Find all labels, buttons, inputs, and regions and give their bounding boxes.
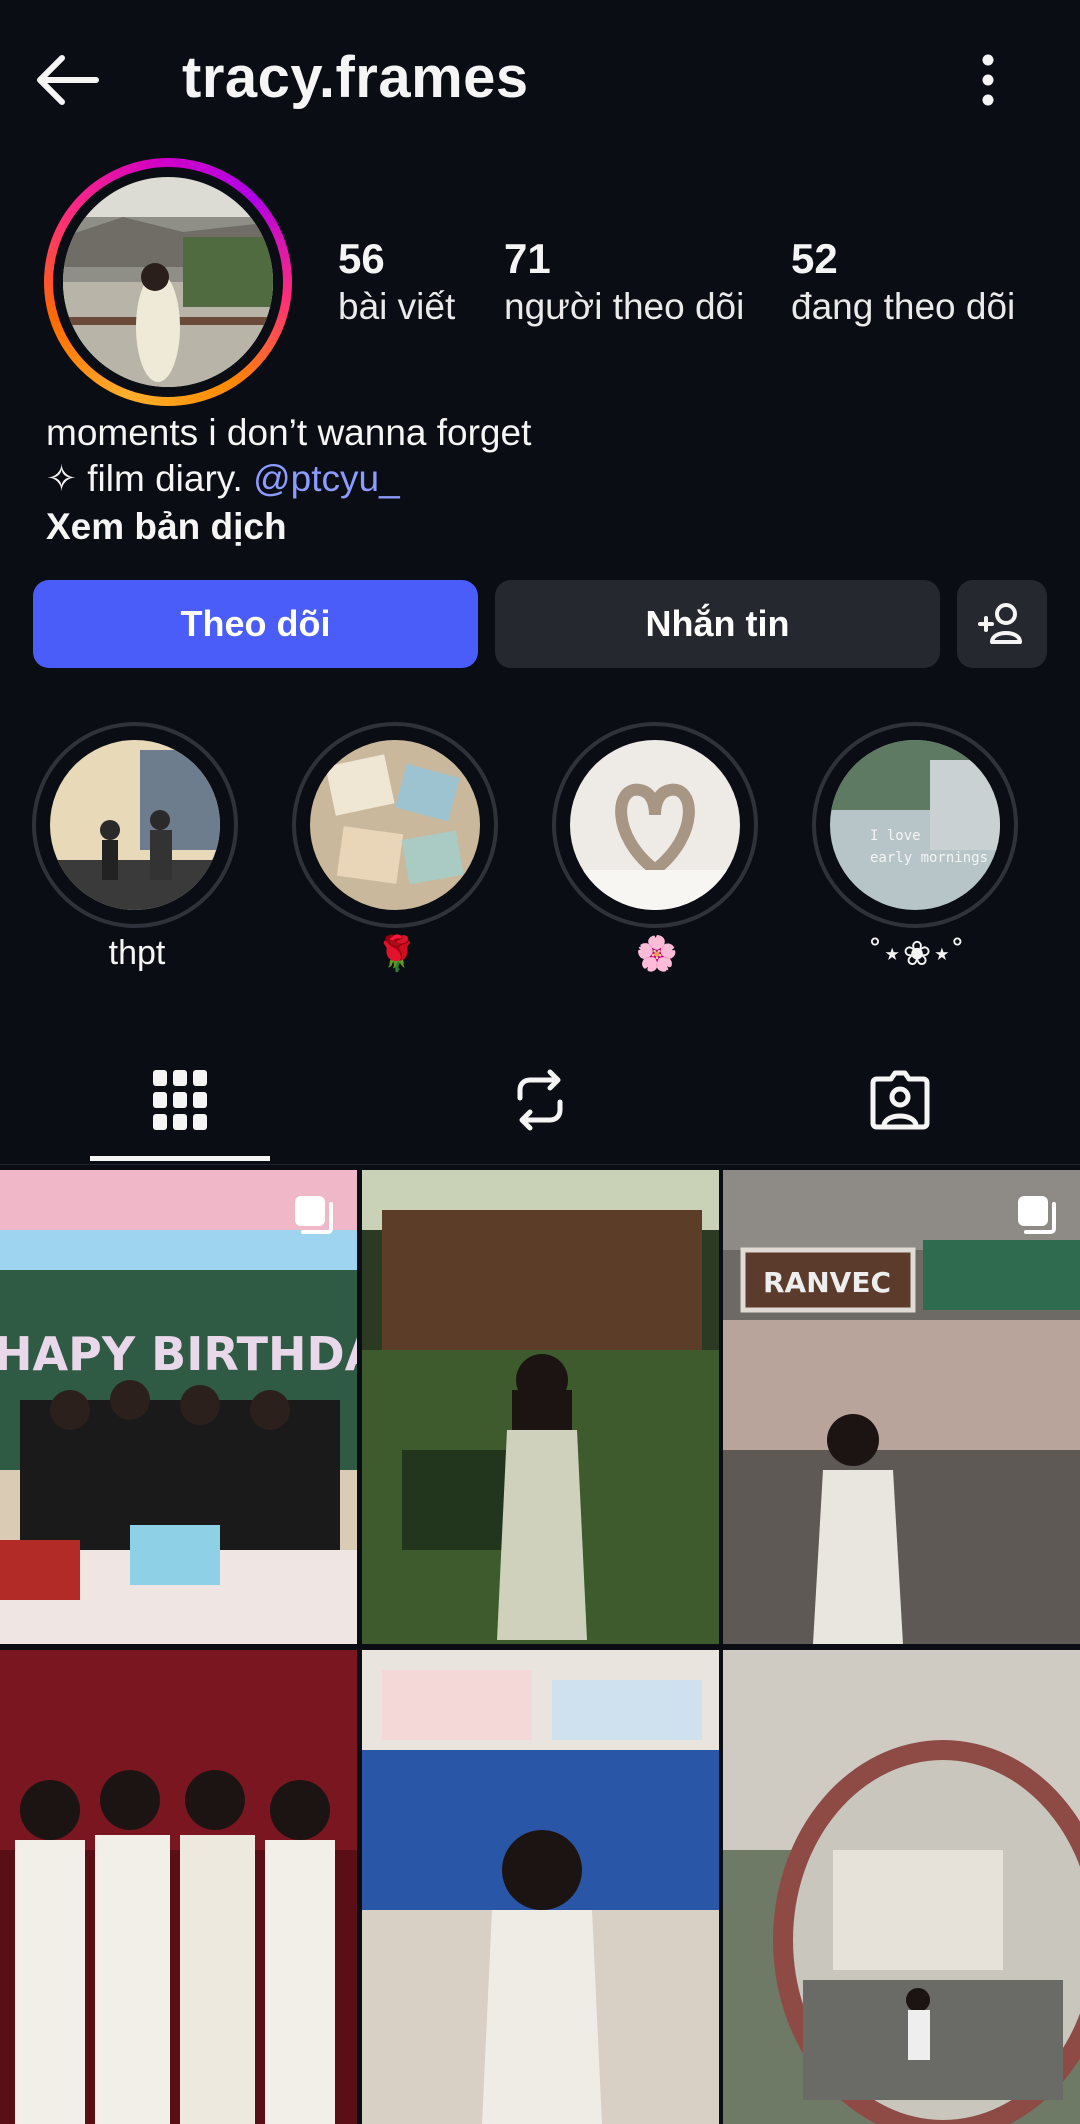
post-thumbnail[interactable] bbox=[362, 1170, 719, 1644]
tab-tagged[interactable] bbox=[810, 1040, 990, 1160]
see-translation-link[interactable]: Xem bản dịch bbox=[46, 504, 531, 550]
post-thumbnail[interactable]: RANVEC bbox=[723, 1170, 1080, 1644]
follow-button[interactable]: Theo dõi bbox=[33, 580, 478, 668]
message-button[interactable]: Nhắn tin bbox=[495, 580, 940, 668]
highlight-sparkle[interactable]: I love early mornings ˚⋆❀⋆˚ bbox=[812, 722, 1022, 974]
svg-text:RANVEC: RANVEC bbox=[763, 1266, 891, 1299]
highlight-cover bbox=[50, 740, 220, 910]
add-person-icon bbox=[978, 603, 1022, 644]
tab-posts[interactable] bbox=[90, 1040, 270, 1160]
post-thumbnail[interactable] bbox=[362, 1650, 719, 2124]
more-options-button[interactable] bbox=[958, 46, 1018, 116]
repost-icon bbox=[517, 1069, 563, 1131]
profile-username: tracy.frames bbox=[182, 45, 529, 110]
highlight-rose[interactable]: 🌹 bbox=[292, 722, 502, 974]
more-vertical-icon bbox=[982, 54, 994, 106]
highlight-flower[interactable]: 🌸 bbox=[552, 722, 762, 974]
stat-followers[interactable]: 71 người theo dõi bbox=[504, 236, 744, 332]
svg-text:I love: I love bbox=[870, 828, 921, 844]
mention-text: @ptcyu_ bbox=[253, 458, 400, 499]
profile-bio: moments i don’t wanna forget ✧ film diar… bbox=[46, 410, 531, 550]
svg-text:early mornings: early mornings bbox=[870, 850, 988, 866]
post-thumbnail[interactable]: HAPY BIRTHDAY bbox=[0, 1170, 357, 1644]
bio-line-2-text: ✧ film diary. bbox=[46, 458, 243, 499]
back-button[interactable] bbox=[30, 48, 102, 112]
tagged-person-icon bbox=[870, 1070, 930, 1130]
stat-following-count: 52 bbox=[791, 235, 838, 282]
bio-line-1: moments i don’t wanna forget bbox=[46, 412, 532, 453]
post-thumbnail[interactable] bbox=[723, 1650, 1080, 2124]
top-bar: tracy.frames bbox=[0, 0, 1080, 160]
active-tab-indicator bbox=[90, 1156, 270, 1161]
highlight-cover bbox=[310, 740, 480, 910]
post-thumbnail[interactable] bbox=[0, 1650, 357, 2124]
highlight-cover: I love early mornings bbox=[830, 740, 1000, 910]
avatar-story-ring[interactable] bbox=[44, 158, 292, 406]
tab-reposts[interactable] bbox=[450, 1040, 630, 1160]
threads-mention-link[interactable]: @ptcyu_ bbox=[253, 458, 400, 499]
stat-following[interactable]: 52 đang theo dõi bbox=[791, 236, 1015, 332]
svg-text:HAPY BIRTHDAY: HAPY BIRTHDAY bbox=[0, 1327, 357, 1381]
stat-following-label: đang theo dõi bbox=[791, 286, 1016, 327]
stat-followers-count: 71 bbox=[504, 235, 551, 282]
profile-tabs bbox=[0, 1040, 1080, 1165]
highlight-label: 🌹 bbox=[375, 935, 419, 973]
stat-followers-label: người theo dõi bbox=[504, 286, 745, 327]
highlight-thpt[interactable]: thpt bbox=[32, 722, 242, 973]
highlight-label: 🌸 bbox=[635, 935, 679, 973]
stat-posts[interactable]: 56 bài viết bbox=[338, 236, 455, 332]
carousel-icon bbox=[295, 1196, 333, 1234]
stat-posts-count: 56 bbox=[338, 235, 385, 282]
stat-posts-label: bài viết bbox=[338, 286, 456, 327]
highlight-label: thpt bbox=[108, 934, 166, 972]
avatar bbox=[63, 177, 273, 387]
highlight-cover bbox=[570, 740, 740, 910]
highlight-label: ˚⋆❀⋆˚ bbox=[870, 935, 964, 973]
carousel-icon bbox=[1018, 1196, 1056, 1234]
bio-line-2: ✧ film diary. @ptcyu_ bbox=[46, 456, 531, 502]
grid-icon bbox=[153, 1070, 207, 1130]
arrow-left-icon bbox=[37, 55, 99, 105]
suggest-accounts-button[interactable] bbox=[957, 580, 1047, 668]
